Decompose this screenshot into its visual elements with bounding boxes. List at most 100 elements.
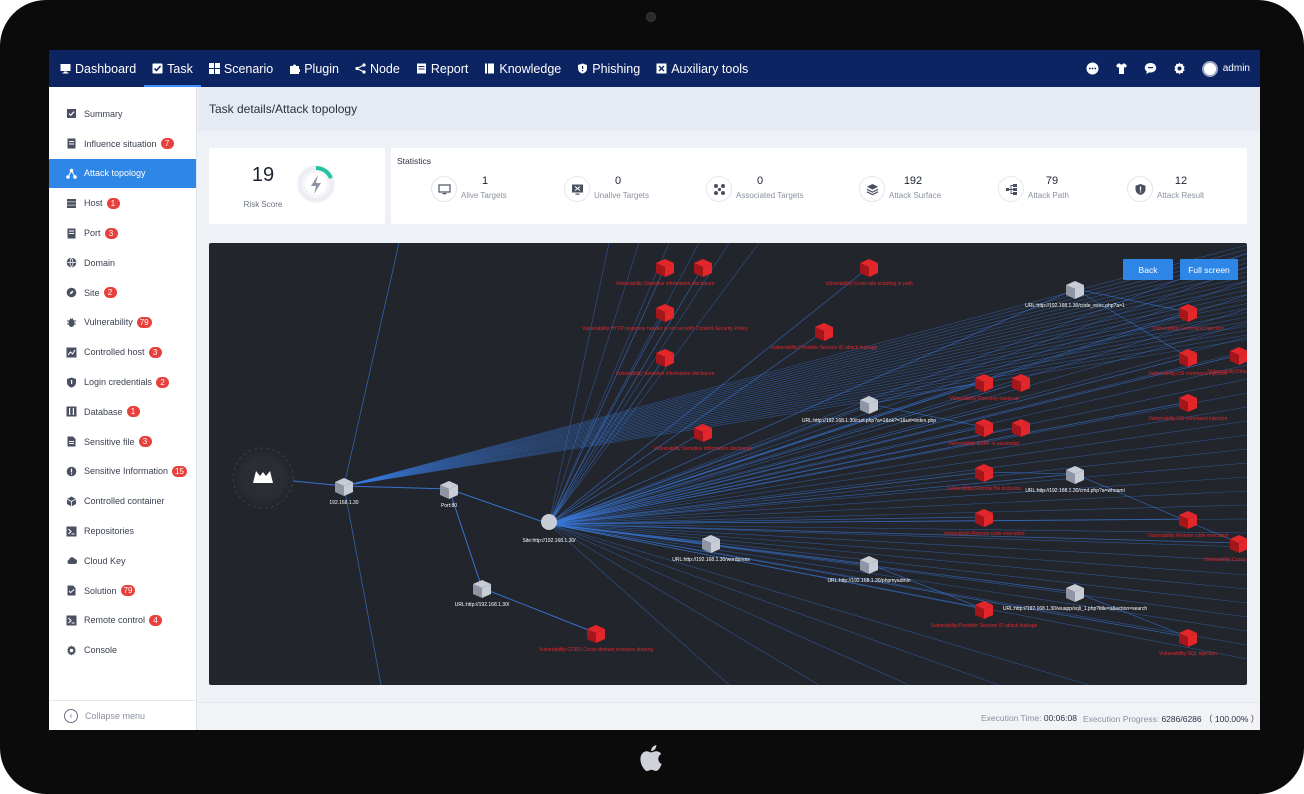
grid-icon — [208, 63, 220, 74]
stat-associated-targets[interactable]: 0 Associated Targets — [706, 172, 836, 212]
sidebar-item-sensitive-file[interactable]: Sensitive file 3 — [49, 427, 196, 457]
report-icon — [416, 63, 427, 74]
asset-node[interactable] — [702, 535, 720, 553]
execution-progress-percent: （ 100.00% ） — [1204, 714, 1260, 724]
sidebar-item-summary[interactable]: Summary — [49, 99, 196, 129]
nav-node[interactable]: Node — [347, 50, 408, 87]
vulnerability-label: Vulnerability:Directory traversal — [949, 396, 1018, 402]
count-badge: 2 — [103, 287, 117, 299]
sidebar: Summary Influence situation 7 Attack topolo… — [49, 87, 197, 730]
vulnerability-node[interactable] — [587, 625, 605, 643]
avatar[interactable] — [1201, 60, 1218, 77]
terminal-icon — [66, 615, 77, 626]
device-frame: Dashboard Task Scenario Plugin Node Repo… — [0, 0, 1304, 794]
nav-task[interactable]: Task — [144, 50, 201, 87]
edge-site-fan — [548, 523, 1247, 548]
vulnerability-node[interactable] — [1230, 535, 1247, 553]
asset-node[interactable] — [440, 481, 458, 499]
asset-node[interactable] — [860, 396, 878, 414]
nav-report[interactable]: Report — [408, 50, 477, 87]
edge-host-fan — [343, 258, 1247, 487]
gear-icon[interactable] — [1173, 62, 1186, 75]
shirt-icon[interactable] — [1115, 62, 1128, 75]
vulnerability-node[interactable] — [656, 349, 674, 367]
collapse-menu-button[interactable]: ‹ Collapse menu — [49, 700, 197, 730]
sidebar-item-influence-situation[interactable]: Influence situation 7 — [49, 129, 196, 159]
vulnerability-node[interactable] — [975, 419, 993, 437]
app-screen: Dashboard Task Scenario Plugin Node Repo… — [49, 50, 1260, 730]
asset-node[interactable] — [1066, 584, 1084, 602]
stat-attack-path[interactable]: 79 Attack Path — [998, 172, 1128, 212]
vulnerability-node[interactable] — [1179, 304, 1197, 322]
stat-value: 0 — [756, 175, 764, 187]
sidebar-item-cloud-key[interactable]: Cloud Key — [49, 546, 196, 576]
vulnerability-node[interactable] — [975, 464, 993, 482]
vulnerability-label: Vulnerability:Sensitive information disc… — [616, 371, 715, 377]
sidebar-item-domain[interactable]: Domain — [49, 248, 196, 278]
sidebar-item-vulnerability[interactable]: Vulnerability 79 — [49, 308, 196, 338]
vulnerability-node[interactable] — [1179, 629, 1197, 647]
sidebar-item-label: Controlled container — [84, 496, 165, 507]
asset-node[interactable] — [860, 556, 878, 574]
attack-topology-graph[interactable]: 192.168.1.30 Port:80 Site:http://192.168.1… — [209, 243, 1247, 685]
nav-knowledge[interactable]: Knowledge — [476, 50, 569, 87]
count-badge: 1 — [106, 197, 120, 209]
book-icon — [484, 63, 495, 74]
asset-node[interactable] — [1066, 466, 1084, 484]
vulnerability-node[interactable] — [1230, 347, 1247, 365]
stat-attack-result[interactable]: 12 Attack Result — [1127, 172, 1257, 212]
sidebar-item-repositories[interactable]: Repositories — [49, 516, 196, 546]
nav-plugin[interactable]: Plugin — [281, 50, 347, 87]
vulnerability-node[interactable] — [656, 259, 674, 277]
vulnerability-node[interactable] — [1179, 394, 1197, 412]
vulnerability-node[interactable] — [815, 323, 833, 341]
node-label: URL:http://192.168.1.30/cmd.php?a=whoami — [1025, 488, 1124, 494]
document-icon — [66, 138, 77, 149]
nav-auxiliary-tools[interactable]: Auxiliary tools — [648, 50, 756, 87]
sidebar-item-attack-topology[interactable]: Attack topology — [49, 158, 196, 189]
vulnerability-node[interactable] — [975, 601, 993, 619]
vulnerability-node[interactable] — [1179, 511, 1197, 529]
back-button[interactable]: Back — [1123, 259, 1173, 280]
breadcrumb: Task details/Attack topology — [209, 102, 358, 116]
user-name[interactable]: admin — [1223, 63, 1250, 74]
nav-phishing[interactable]: Phishing — [569, 50, 648, 87]
sidebar-item-login-credentials[interactable]: Login credentials 2 — [49, 367, 196, 397]
message-icon[interactable] — [1144, 62, 1157, 75]
stat-value: 0 — [614, 175, 622, 187]
stat-alive-targets[interactable]: 1 Alive Targets — [431, 172, 561, 212]
sidebar-item-solution[interactable]: Solution 79 — [49, 576, 196, 606]
asset-node[interactable] — [335, 478, 353, 496]
sidebar-item-remote-control[interactable]: Remote control 4 — [49, 606, 196, 636]
asset-node[interactable] — [473, 580, 491, 598]
sidebar-item-database[interactable]: Database 1 — [49, 397, 196, 427]
monitor-off-icon — [564, 176, 590, 202]
stat-attack-surface[interactable]: 192 Attack Surface — [859, 172, 989, 212]
nav-dashboard[interactable]: Dashboard — [52, 50, 144, 87]
cluster-icon — [706, 176, 732, 202]
site-node[interactable] — [541, 514, 557, 530]
sidebar-item-site[interactable]: Site 2 — [49, 278, 196, 308]
nav-label: Task — [167, 61, 193, 76]
more-icon[interactable] — [1086, 62, 1099, 75]
edge-site-fan — [548, 462, 1247, 525]
sidebar-item-label: Cloud Key — [84, 555, 126, 566]
sidebar-item-sensitive-information[interactable]: Sensitive Information 15 — [49, 457, 196, 487]
path-icon — [998, 176, 1024, 202]
vulnerability-label: Vulnerability:Cross-site scripting in pa… — [825, 281, 913, 287]
sidebar-item-label: Influence situation — [84, 138, 157, 149]
sidebar-item-host[interactable]: Host 1 — [49, 188, 196, 218]
topology-canvas[interactable]: 192.168.1.30 Port:80 Site:http://192.168.1… — [209, 243, 1247, 685]
stat-label: Associated Targets — [736, 191, 804, 200]
risk-gauge — [297, 165, 335, 203]
sidebar-item-controlled-host[interactable]: Controlled host 3 — [49, 337, 196, 367]
vulnerability-node[interactable] — [860, 259, 878, 277]
fullscreen-button[interactable]: Full screen — [1180, 259, 1238, 280]
sidebar-item-console[interactable]: Console — [49, 635, 196, 665]
nav-scenario[interactable]: Scenario — [201, 50, 281, 87]
attacker-root-node[interactable] — [232, 447, 294, 509]
sidebar-item-port[interactable]: Port 3 — [49, 218, 196, 248]
sidebar-item-controlled-container[interactable]: Controlled container — [49, 486, 196, 516]
stat-label: Attack Surface — [889, 191, 942, 200]
stat-unalive-targets[interactable]: 0 Unalive Targets — [564, 172, 694, 212]
